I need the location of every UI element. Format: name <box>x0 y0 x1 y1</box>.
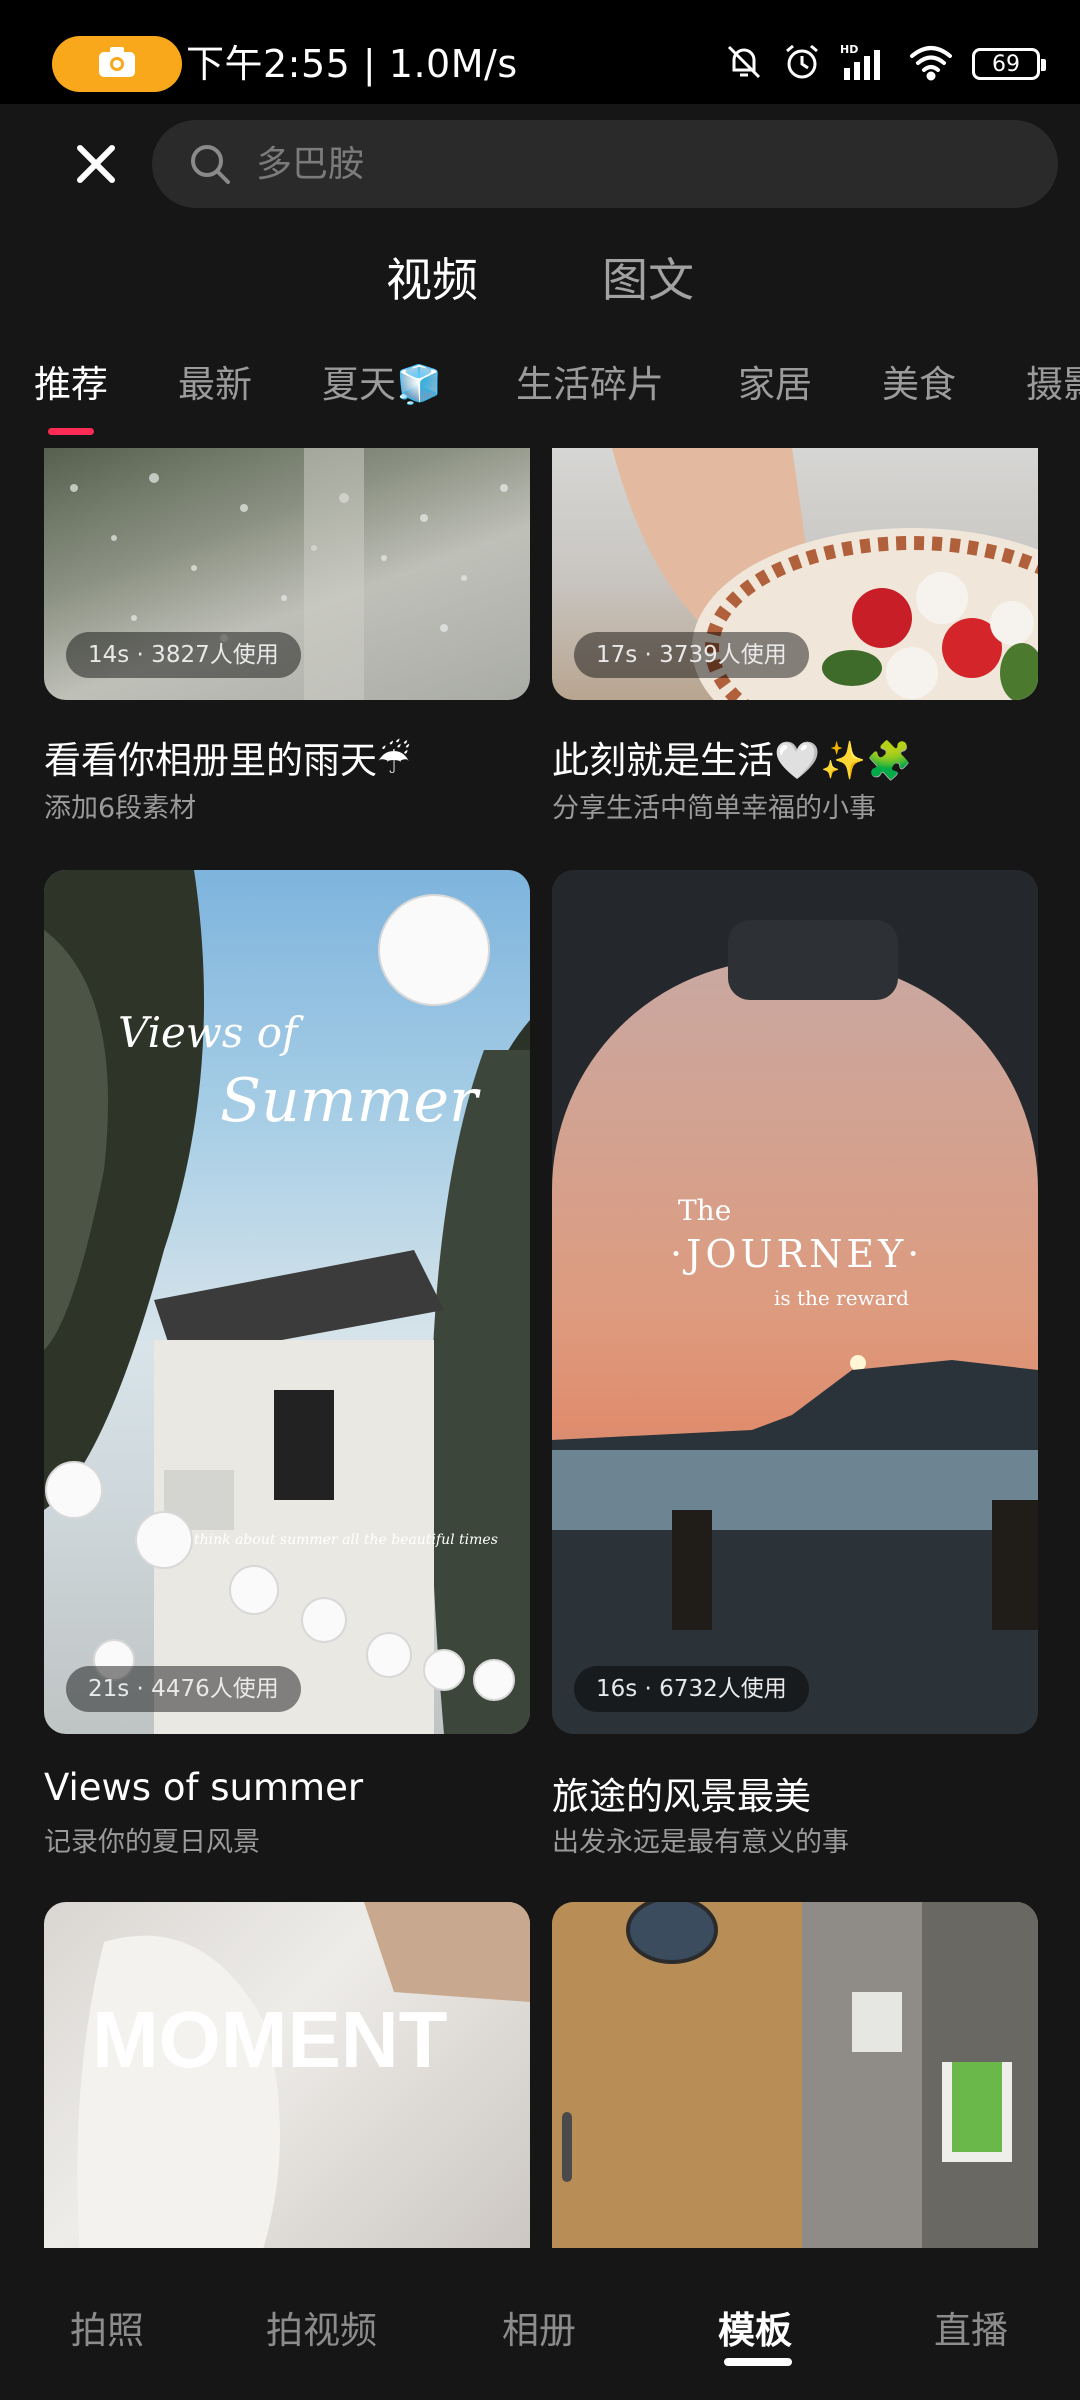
nav-album[interactable]: 相册 <box>502 2300 576 2354</box>
nav-live[interactable]: 直播 <box>934 2300 1008 2354</box>
category-active-indicator <box>48 428 94 435</box>
category-food[interactable]: 美食 <box>882 352 956 418</box>
usage-badge: 17s · 3739人使用 <box>574 632 809 678</box>
template-card[interactable]: Views of Summer think about summer all t… <box>44 870 530 1870</box>
search-icon <box>188 142 232 186</box>
search-bar[interactable] <box>152 120 1058 208</box>
alarm-icon <box>782 42 822 86</box>
bell-muted-icon <box>724 42 764 86</box>
wifi-icon <box>908 42 954 86</box>
nav-active-indicator <box>724 2358 792 2366</box>
tab-image-text[interactable]: 图文 <box>602 240 694 320</box>
category-photography[interactable]: 摄影 <box>1026 352 1080 418</box>
tab-video[interactable]: 视频 <box>386 240 478 320</box>
template-thumbnail[interactable]: 17s · 3739人使用 <box>552 448 1038 700</box>
category-tabs: 推荐 最新 夏天🧊 生活碎片 家居 美食 摄影 <box>0 352 1080 442</box>
template-thumbnail[interactable]: 14s · 3827人使用 <box>44 448 530 700</box>
template-title[interactable]: 旅途的风景最美 <box>552 1766 811 1820</box>
template-card[interactable]: MOMENT <box>44 1902 530 2248</box>
close-button[interactable] <box>66 136 126 196</box>
screen-recording-indicator[interactable] <box>52 36 182 92</box>
nav-templates[interactable]: 模板 <box>718 2300 792 2354</box>
overlay-text: is the reward <box>774 1286 909 1310</box>
template-card[interactable]: 17s · 3739人使用 此刻就是生活🤍✨🧩 分享生活中简单幸福的小事 <box>552 448 1038 828</box>
template-subtitle: 出发永远是最有意义的事 <box>552 1827 849 1858</box>
template-card[interactable] <box>552 1902 1038 2248</box>
battery-level: 69 <box>992 51 1020 77</box>
summer-house-image <box>44 870 530 1734</box>
category-home[interactable]: 家居 <box>738 352 812 418</box>
hd-signal-icon: HD <box>840 42 890 86</box>
overlay-text: ·JOURNEY· <box>670 1232 924 1276</box>
template-subtitle: 记录你的夏日风景 <box>44 1827 260 1858</box>
template-thumbnail[interactable]: MOMENT <box>44 1902 530 2248</box>
overlay-text: MOMENT <box>92 1995 448 2084</box>
usage-badge: 14s · 3827人使用 <box>66 632 301 678</box>
template-thumbnail[interactable]: The ·JOURNEY· is the reward 16s · 6732人使… <box>552 870 1038 1734</box>
category-recommended[interactable]: 推荐 <box>34 352 108 418</box>
template-thumbnail[interactable] <box>552 1902 1038 2248</box>
status-bar: 下午2:55 | 1.0M/s HD 69 <box>0 0 1080 104</box>
svg-text:HD: HD <box>840 43 858 56</box>
template-subtitle: 添加6段素材 <box>44 793 197 824</box>
main-tabs: 视频 图文 <box>0 240 1080 320</box>
template-title[interactable]: 看看你相册里的雨天☔ <box>44 730 410 784</box>
battery-icon: 69 <box>972 48 1046 80</box>
room-interior-image <box>552 1902 1038 2248</box>
template-card[interactable]: 14s · 3827人使用 看看你相册里的雨天☔ 添加6段素材 <box>44 448 530 828</box>
usage-badge: 21s · 4476人使用 <box>66 1666 301 1712</box>
bottom-nav: 拍照 拍视频 相册 模板 直播 <box>0 2248 1080 2400</box>
template-card[interactable]: The ·JOURNEY· is the reward 16s · 6732人使… <box>552 870 1038 1870</box>
overlay-text: Views of <box>118 1008 298 1057</box>
category-summer[interactable]: 夏天🧊 <box>322 352 442 418</box>
overlay-text: The <box>678 1194 732 1227</box>
category-life-fragments[interactable]: 生活碎片 <box>516 352 664 418</box>
usage-badge: 16s · 6732人使用 <box>574 1666 809 1712</box>
camera-recording-icon <box>97 45 137 83</box>
close-icon <box>74 142 118 190</box>
status-time-speed: 下午2:55 | 1.0M/s <box>186 42 518 86</box>
template-title[interactable]: 此刻就是生活🤍✨🧩 <box>552 730 912 784</box>
template-subtitle: 分享生活中简单幸福的小事 <box>552 793 876 824</box>
overlay-text: think about summer all the beautiful tim… <box>194 1532 498 1548</box>
nav-video[interactable]: 拍视频 <box>266 2300 377 2354</box>
search-input[interactable] <box>256 143 1016 185</box>
template-title[interactable]: Views of summer <box>44 1766 363 1809</box>
template-thumbnail[interactable]: Views of Summer think about summer all t… <box>44 870 530 1734</box>
category-latest[interactable]: 最新 <box>178 352 252 418</box>
template-feed[interactable]: 14s · 3827人使用 看看你相册里的雨天☔ 添加6段素材 17s · 37… <box>0 448 1080 2248</box>
nav-photo[interactable]: 拍照 <box>70 2300 144 2354</box>
overlay-text: Summer <box>220 1066 478 1136</box>
